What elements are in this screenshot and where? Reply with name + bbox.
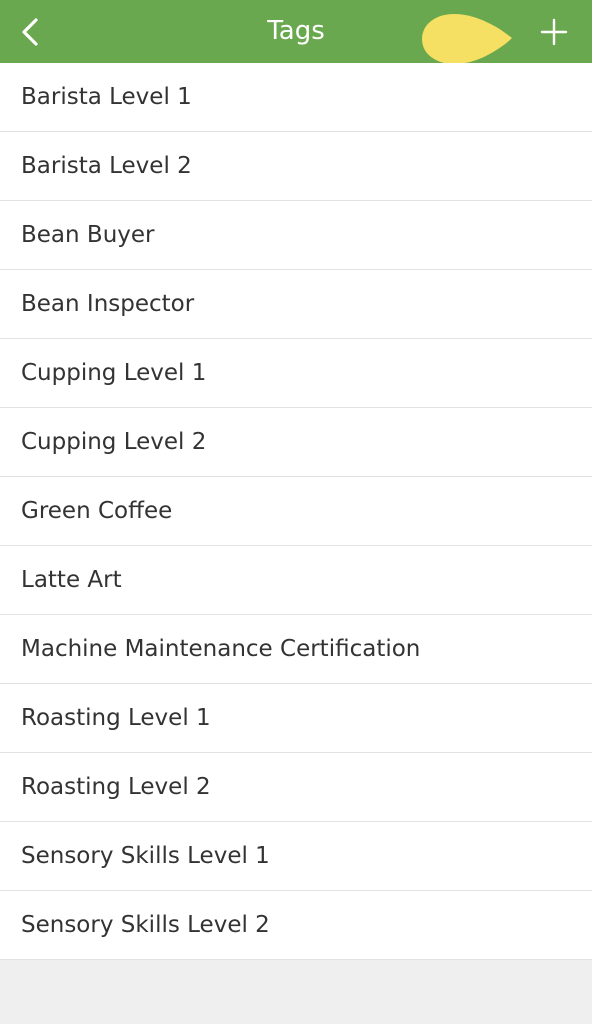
- tag-row-sensory-skills-level-2[interactable]: Sensory Skills Level 2: [0, 891, 592, 960]
- tag-label: Sensory Skills Level 1: [21, 843, 270, 869]
- tag-label: Machine Maintenance Certification: [21, 636, 421, 662]
- tag-row-roasting-level-2[interactable]: Roasting Level 2: [0, 753, 592, 822]
- tag-row-bean-buyer[interactable]: Bean Buyer: [0, 201, 592, 270]
- tag-label: Sensory Skills Level 2: [21, 912, 270, 938]
- tag-row-green-coffee[interactable]: Green Coffee: [0, 477, 592, 546]
- tag-label: Bean Inspector: [21, 291, 195, 317]
- add-tag-button[interactable]: [528, 0, 580, 63]
- tag-label: Cupping Level 1: [21, 360, 207, 386]
- tag-label: Barista Level 2: [21, 153, 192, 179]
- tag-row-cupping-level-2[interactable]: Cupping Level 2: [0, 408, 592, 477]
- tag-label: Roasting Level 1: [21, 705, 211, 731]
- tag-row-machine-maintenance-certification[interactable]: Machine Maintenance Certification: [0, 615, 592, 684]
- tag-row-bean-inspector[interactable]: Bean Inspector: [0, 270, 592, 339]
- chevron-left-icon: [22, 17, 38, 46]
- tag-row-barista-level-2[interactable]: Barista Level 2: [0, 132, 592, 201]
- tag-label: Latte Art: [21, 567, 122, 593]
- tag-row-roasting-level-1[interactable]: Roasting Level 1: [0, 684, 592, 753]
- tag-label: Roasting Level 2: [21, 774, 211, 800]
- page-title: Tags: [267, 16, 325, 46]
- tag-row-barista-level-1[interactable]: Barista Level 1: [0, 63, 592, 132]
- tag-label: Barista Level 1: [21, 84, 192, 110]
- tag-row-sensory-skills-level-1[interactable]: Sensory Skills Level 1: [0, 822, 592, 891]
- tag-label: Green Coffee: [21, 498, 173, 524]
- tag-list: Barista Level 1 Barista Level 2 Bean Buy…: [0, 63, 592, 960]
- back-button[interactable]: [0, 0, 60, 63]
- plus-icon: [540, 18, 568, 45]
- tag-label: Cupping Level 2: [21, 429, 207, 455]
- navigation-bar: Tags: [0, 0, 592, 64]
- tag-row-latte-art[interactable]: Latte Art: [0, 546, 592, 615]
- tag-label: Bean Buyer: [21, 222, 155, 248]
- tag-row-cupping-level-1[interactable]: Cupping Level 1: [0, 339, 592, 408]
